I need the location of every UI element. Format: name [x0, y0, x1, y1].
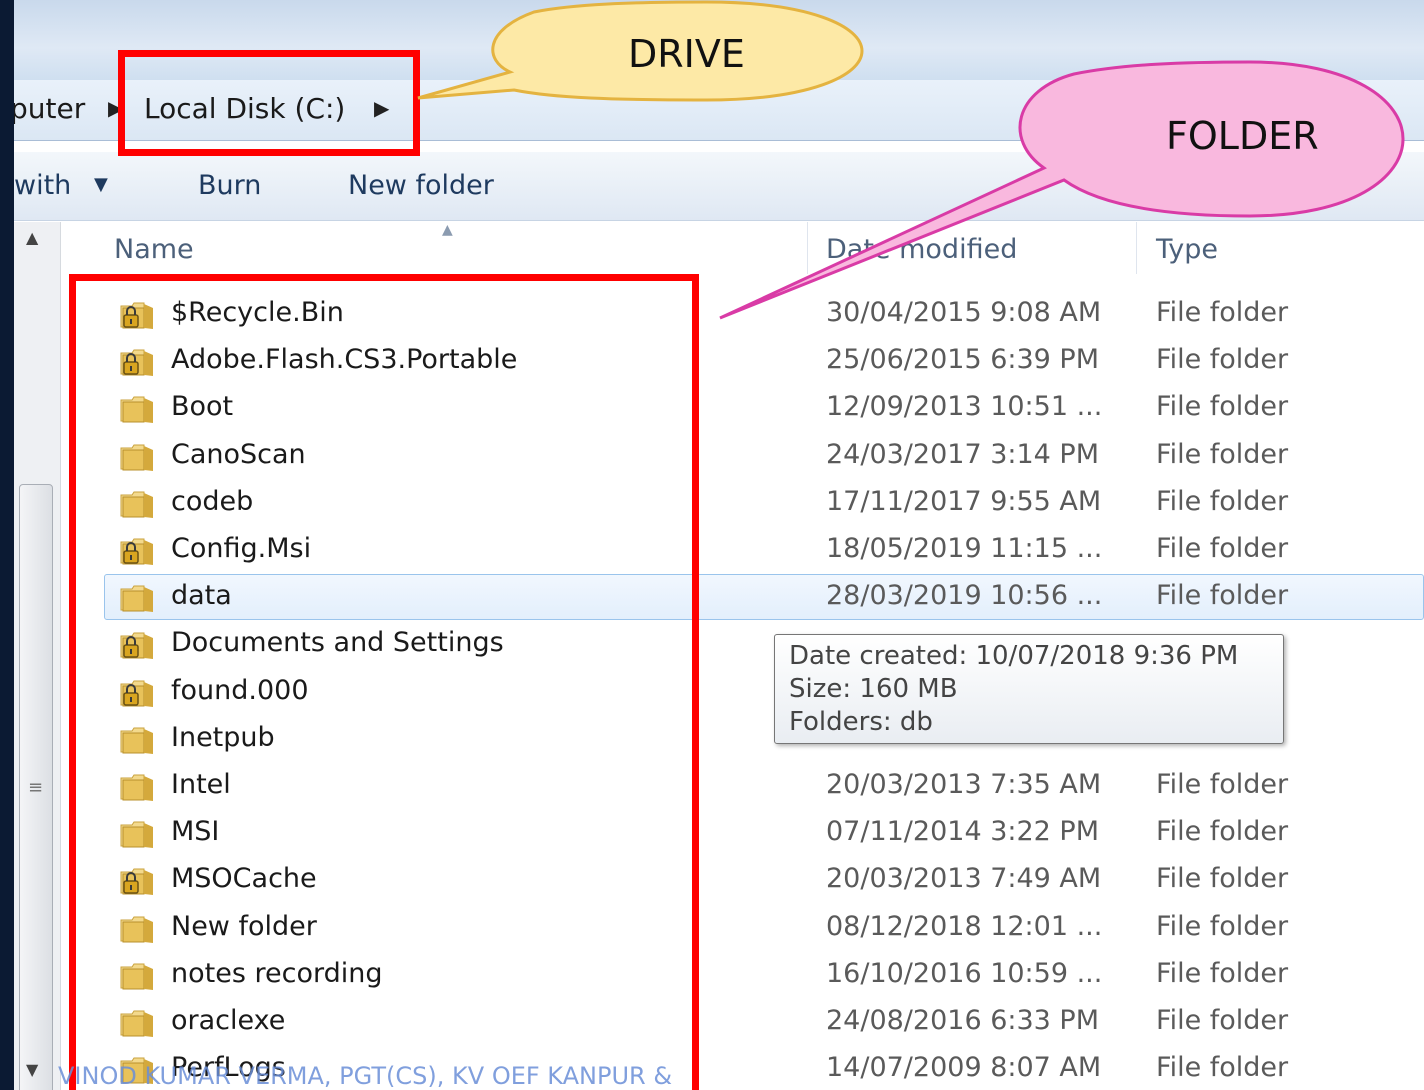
vertical-scrollbar[interactable]: ▲ ≡ ▼	[14, 222, 61, 1090]
file-type: File folder	[1156, 863, 1289, 895]
file-type: File folder	[1156, 769, 1289, 800]
file-date-modified: 20/03/2013 7:35 AM	[826, 769, 1102, 800]
file-date-modified: 30/04/2015 9:08 AM	[826, 297, 1102, 328]
file-type: File folder	[1156, 580, 1289, 612]
column-header-row	[76, 222, 1424, 278]
file-type: File folder	[1156, 1005, 1289, 1036]
file-date-modified: 24/03/2017 3:14 PM	[826, 438, 1099, 470]
file-date-modified: 20/03/2013 7:49 AM	[826, 863, 1102, 895]
file-type: File folder	[1156, 533, 1289, 564]
explorer-window: puter ▶ Local Disk (C:) ▶ with ▼ Burn Ne…	[14, 0, 1424, 1090]
tooltip-folders: Folders: db	[789, 707, 933, 737]
file-date-modified: 18/05/2019 11:15 ...	[826, 533, 1103, 564]
file-type: File folder	[1156, 344, 1289, 376]
tooltip-size: Size: 160 MB	[789, 674, 958, 704]
burn-button[interactable]: Burn	[198, 170, 261, 201]
scroll-thumb[interactable]: ≡	[19, 484, 53, 1090]
drive-highlight-box	[118, 50, 420, 156]
scroll-up-icon[interactable]: ▲	[26, 228, 38, 247]
file-type: File folder	[1156, 816, 1289, 848]
file-date-modified: 14/07/2009 8:07 AM	[826, 1052, 1102, 1084]
tooltip-date-created: Date created: 10/07/2018 9:36 PM	[789, 641, 1239, 671]
file-type: File folder	[1156, 391, 1289, 423]
column-divider[interactable]	[1136, 222, 1137, 274]
drive-callout-label: DRIVE	[628, 32, 745, 76]
file-type: File folder	[1156, 485, 1289, 517]
file-type: File folder	[1156, 1052, 1289, 1084]
open-with-button[interactable]: with	[14, 170, 71, 201]
new-folder-button[interactable]: New folder	[348, 170, 494, 201]
scroll-down-icon[interactable]: ▼	[26, 1060, 38, 1079]
column-header-name[interactable]: Name	[114, 234, 194, 265]
grip-icon: ≡	[28, 777, 44, 798]
folder-tooltip: Date created: 10/07/2018 9:36 PM Size: 1…	[774, 634, 1284, 744]
column-divider[interactable]	[807, 222, 808, 274]
file-date-modified: 25/06/2015 6:39 PM	[826, 344, 1099, 376]
file-date-modified: 24/08/2016 6:33 PM	[826, 1005, 1099, 1036]
file-date-modified: 17/11/2017 9:55 AM	[826, 485, 1102, 517]
file-date-modified: 08/12/2018 12:01 ...	[826, 910, 1103, 942]
file-type: File folder	[1156, 957, 1289, 989]
file-date-modified: 12/09/2013 10:51 ...	[826, 391, 1103, 423]
file-type: File folder	[1156, 910, 1289, 942]
watermark-text: VINOD KUMAR VERMA, PGT(CS), KV OEF KANPU…	[58, 1062, 673, 1090]
chevron-down-icon[interactable]: ▼	[94, 174, 108, 195]
column-header-date-modified[interactable]: Date modified	[826, 234, 1017, 265]
folder-highlight-box	[69, 274, 699, 1090]
folder-callout-label: FOLDER	[1166, 114, 1319, 158]
file-type: File folder	[1156, 297, 1289, 328]
file-date-modified: 07/11/2014 3:22 PM	[826, 816, 1099, 848]
sort-up-icon: ▲	[442, 222, 453, 238]
file-date-modified: 28/03/2019 10:56 ...	[826, 580, 1103, 612]
column-header-type[interactable]: Type	[1156, 234, 1218, 265]
file-type: File folder	[1156, 438, 1289, 470]
breadcrumb-computer[interactable]: puter	[14, 92, 85, 125]
file-date-modified: 16/10/2016 10:59 ...	[826, 957, 1103, 989]
